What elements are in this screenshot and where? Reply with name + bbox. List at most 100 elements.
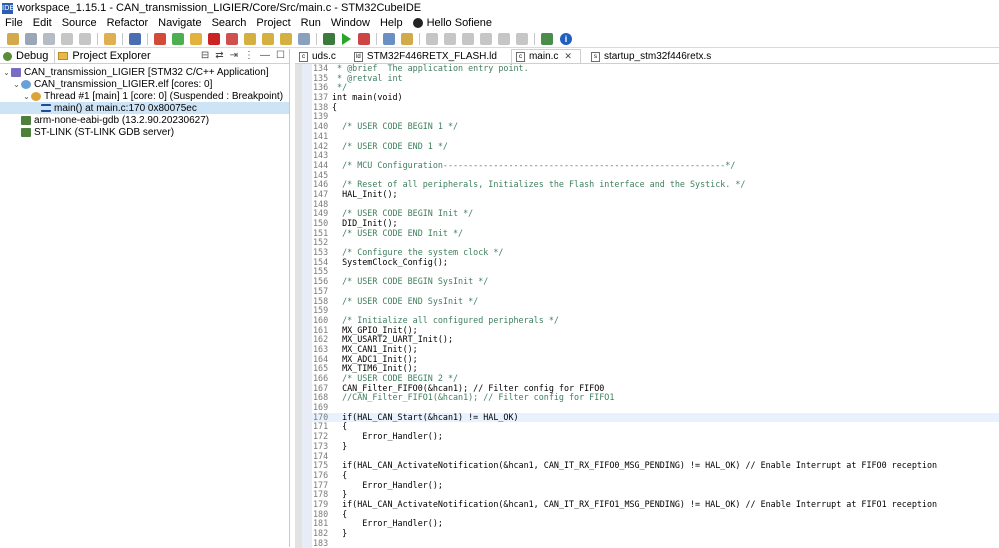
- code-line[interactable]: 168 //CAN_Filter_FIFO1(&hcan1); // Filte…: [295, 393, 999, 404]
- info-icon[interactable]: i: [560, 32, 572, 45]
- sync-icon[interactable]: ⇄: [215, 50, 223, 61]
- toggle-mark-icon[interactable]: [426, 32, 438, 45]
- annotation-gutter[interactable]: [302, 519, 312, 529]
- menu-navigate[interactable]: Navigate: [153, 17, 206, 29]
- tab-flash-ld[interactable]: ld STM32F446RETX_FLASH.ld: [350, 50, 505, 63]
- annotation-gutter[interactable]: [302, 102, 312, 113]
- debug-icon[interactable]: [323, 32, 335, 45]
- annotation-gutter[interactable]: [302, 277, 312, 287]
- instruction-stepping-icon[interactable]: [298, 32, 310, 45]
- annotation-gutter[interactable]: [302, 189, 312, 200]
- code-line[interactable]: 154 SystemClock_Config();: [295, 257, 999, 268]
- code-line[interactable]: 146 /* Reset of all peripherals, Initial…: [295, 180, 999, 190]
- menu-window[interactable]: Window: [326, 17, 375, 29]
- annotation-gutter[interactable]: [302, 112, 312, 123]
- annotation-gutter[interactable]: [302, 122, 312, 132]
- code-line[interactable]: 151 /* USER CODE END Init */: [295, 228, 999, 239]
- code-line[interactable]: 147 HAL_Init();: [295, 189, 999, 200]
- annotation-gutter[interactable]: [302, 461, 312, 471]
- annotation-gutter[interactable]: [302, 160, 312, 171]
- annotation-gutter[interactable]: [302, 412, 312, 423]
- code-line[interactable]: 142 /* USER CODE END 1 */: [295, 141, 999, 152]
- code-line[interactable]: 138{: [295, 102, 999, 113]
- annotation-gutter[interactable]: [302, 170, 312, 181]
- tree-item-launch[interactable]: ⌄ CAN_transmission_LIGIER [STM32 C/C++ A…: [0, 66, 289, 78]
- forward-icon[interactable]: [516, 32, 528, 45]
- open-perspective-icon[interactable]: [541, 32, 553, 45]
- code-line[interactable]: 158 /* USER CODE END SysInit */: [295, 296, 999, 307]
- annotation-gutter[interactable]: [302, 93, 312, 103]
- annotation-gutter[interactable]: [302, 403, 312, 413]
- new-icon[interactable]: [7, 32, 19, 45]
- view-menu-icon[interactable]: ⋮: [244, 50, 254, 61]
- annotation-gutter[interactable]: [302, 228, 312, 239]
- menu-help[interactable]: Help: [375, 17, 408, 29]
- collapse-arrow-icon[interactable]: ⌄: [22, 92, 31, 101]
- annotation-gutter[interactable]: [302, 315, 312, 326]
- annotation-gutter[interactable]: [302, 490, 312, 500]
- step-return-icon[interactable]: [280, 32, 292, 45]
- code-line[interactable]: 170 if(HAL_CAN_Start(&hcan1) != HAL_OK): [295, 412, 999, 423]
- menu-project[interactable]: Project: [251, 17, 295, 29]
- tab-debug[interactable]: Debug: [0, 49, 56, 63]
- annotation-gutter[interactable]: [302, 441, 312, 452]
- step-over-icon[interactable]: [262, 32, 274, 45]
- menu-edit[interactable]: Edit: [28, 17, 57, 29]
- redo-icon[interactable]: [79, 32, 91, 45]
- code-line[interactable]: 182 }: [295, 528, 999, 539]
- skip-breakpoints-icon[interactable]: [129, 32, 141, 45]
- close-icon[interactable]: ✕: [564, 51, 572, 62]
- annotation-gutter[interactable]: [302, 335, 312, 345]
- tab-main-c[interactable]: c main.c ✕: [510, 49, 581, 63]
- build-icon[interactable]: [104, 32, 116, 45]
- annotation-gutter[interactable]: [302, 131, 312, 142]
- annotation-gutter[interactable]: [302, 286, 312, 297]
- open-type-icon[interactable]: [383, 32, 395, 45]
- step-filter-icon[interactable]: ⇥: [230, 50, 238, 61]
- suspend-icon[interactable]: [190, 32, 202, 45]
- annotation-gutter[interactable]: [302, 199, 312, 210]
- tab-uds-c[interactable]: c uds.c: [295, 50, 344, 63]
- annotation-gutter[interactable]: [302, 451, 312, 462]
- annotation-gutter[interactable]: [302, 267, 312, 278]
- code-line[interactable]: 140 /* USER CODE BEGIN 1 */: [295, 121, 999, 132]
- terminate-icon[interactable]: [208, 32, 220, 45]
- annotation-gutter[interactable]: [302, 364, 312, 374]
- annotation-gutter[interactable]: [302, 180, 312, 190]
- tree-item-gdb[interactable]: arm-none-eabi-gdb (13.2.90.20230627): [0, 114, 289, 126]
- annotation-gutter[interactable]: [302, 141, 312, 152]
- annotation-gutter[interactable]: [302, 64, 312, 74]
- undo-icon[interactable]: [61, 32, 73, 45]
- tree-item-elf[interactable]: ⌄ CAN_transmission_LIGIER.elf [cores: 0]: [0, 78, 289, 90]
- open-task-icon[interactable]: [401, 32, 413, 45]
- tree-item-stlink[interactable]: ST-LINK (ST-LINK GDB server): [0, 126, 289, 138]
- code-line[interactable]: 137 int main(void): [295, 92, 999, 103]
- previous-annotation-icon[interactable]: [462, 32, 474, 45]
- disconnect-icon[interactable]: [226, 32, 238, 45]
- collapse-all-icon[interactable]: ⊟: [201, 50, 209, 61]
- code-line[interactable]: 179 if(HAL_CAN_ActivateNotification(&hca…: [295, 499, 999, 510]
- annotation-gutter[interactable]: [302, 354, 312, 365]
- tab-project-explorer[interactable]: Project Explorer: [55, 49, 156, 63]
- annotation-gutter[interactable]: [302, 325, 312, 336]
- save-all-icon[interactable]: [43, 32, 55, 45]
- code-line[interactable]: 149 /* USER CODE BEGIN Init */: [295, 209, 999, 219]
- code-line[interactable]: 156 /* USER CODE BEGIN SysInit */: [295, 276, 999, 287]
- annotation-gutter[interactable]: [302, 383, 312, 394]
- menu-refactor[interactable]: Refactor: [102, 17, 154, 29]
- external-tools-icon[interactable]: [358, 32, 370, 45]
- collapse-arrow-icon[interactable]: ⌄: [2, 68, 11, 77]
- menu-run[interactable]: Run: [296, 17, 326, 29]
- tree-item-thread[interactable]: ⌄ Thread #1 [main] 1 [core: 0] (Suspende…: [0, 90, 289, 102]
- annotation-gutter[interactable]: [302, 219, 312, 229]
- code-line[interactable]: 172 Error_Handler();: [295, 431, 999, 442]
- tab-startup-s[interactable]: s startup_stm32f446retx.s: [587, 50, 719, 63]
- step-into-icon[interactable]: [244, 32, 256, 45]
- annotation-gutter[interactable]: [302, 306, 312, 316]
- code-line[interactable]: 177 Error_Handler();: [295, 480, 999, 491]
- annotation-gutter[interactable]: [302, 529, 312, 539]
- next-annotation-icon[interactable]: [444, 32, 456, 45]
- annotation-gutter[interactable]: [302, 499, 312, 510]
- code-line[interactable]: 144 /* MCU Configuration----------------…: [295, 160, 999, 171]
- annotation-gutter[interactable]: [302, 296, 312, 307]
